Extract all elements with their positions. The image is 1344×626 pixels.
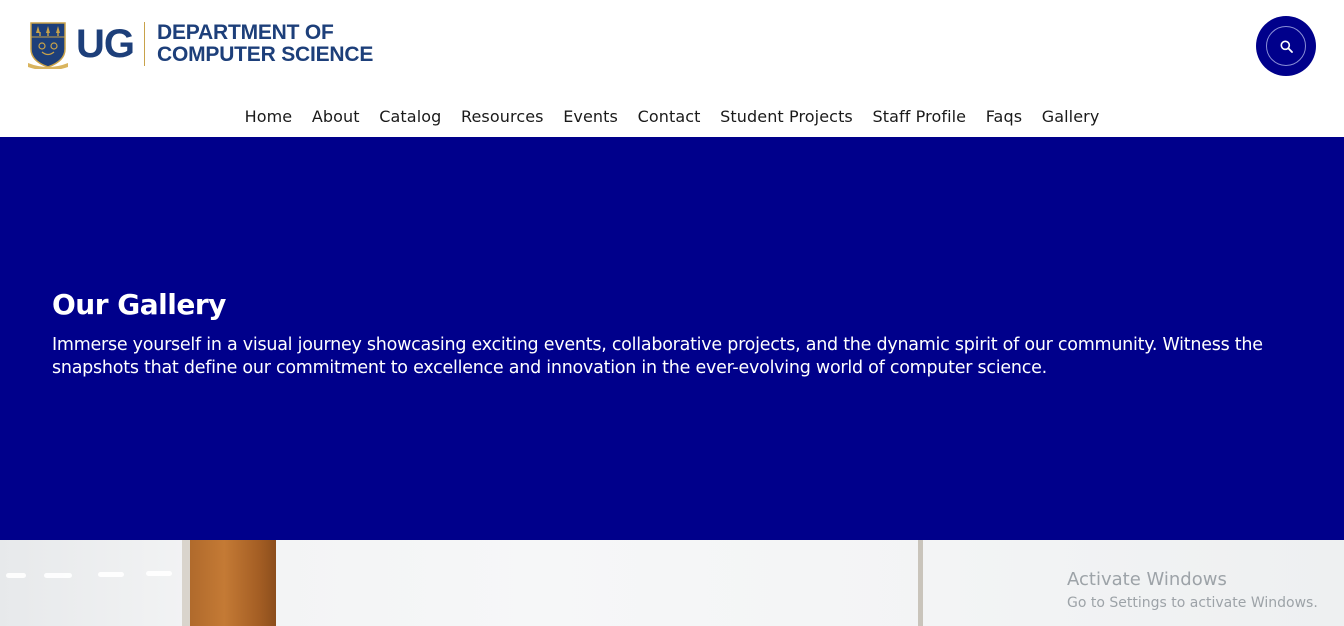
nav-item-contact[interactable]: Contact (628, 104, 711, 130)
nav-item-catalog[interactable]: Catalog (369, 104, 451, 130)
search-button[interactable] (1256, 16, 1316, 76)
nav-item-gallery[interactable]: Gallery (1032, 104, 1109, 130)
search-button-ring (1266, 26, 1306, 66)
nav-item-home[interactable]: Home (235, 104, 302, 130)
nav-item-events[interactable]: Events (553, 104, 627, 130)
logo-ug-text: UG (76, 22, 135, 66)
logo-dept-line2: COMPUTER SCIENCE (157, 43, 374, 66)
site-logo[interactable]: UG DEPARTMENT OF COMPUTER SCIENCE (28, 18, 373, 70)
logo-department-name: DEPARTMENT OF COMPUTER SCIENCE (157, 22, 373, 66)
main-nav: Home About Catalog Resources Events Cont… (0, 104, 1344, 130)
page: UG DEPARTMENT OF COMPUTER SCIENCE Home A… (0, 0, 1344, 626)
hero-description: Immerse yourself in a visual journey sho… (52, 335, 1263, 378)
watermark-subtitle: Go to Settings to activate Windows. (1067, 595, 1318, 611)
nav-item-staff-profile[interactable]: Staff Profile (863, 104, 976, 130)
logo-dept-line1: DEPARTMENT OF (157, 21, 334, 44)
gallery-hero-banner: Our Gallery Immerse yourself in a visual… (0, 137, 1344, 540)
logo-divider (144, 22, 145, 66)
university-crest-icon (28, 22, 68, 69)
windows-activation-watermark: Activate Windows Go to Settings to activ… (1067, 568, 1318, 613)
nav-item-about[interactable]: About (302, 104, 369, 130)
page-title: Our Gallery (52, 288, 226, 321)
watermark-title: Activate Windows (1067, 569, 1227, 590)
nav-item-student-projects[interactable]: Student Projects (710, 104, 862, 130)
search-icon (1280, 40, 1293, 53)
site-header: UG DEPARTMENT OF COMPUTER SCIENCE Home A… (0, 0, 1344, 137)
nav-item-resources[interactable]: Resources (451, 104, 553, 130)
nav-item-faqs[interactable]: Faqs (976, 104, 1032, 130)
